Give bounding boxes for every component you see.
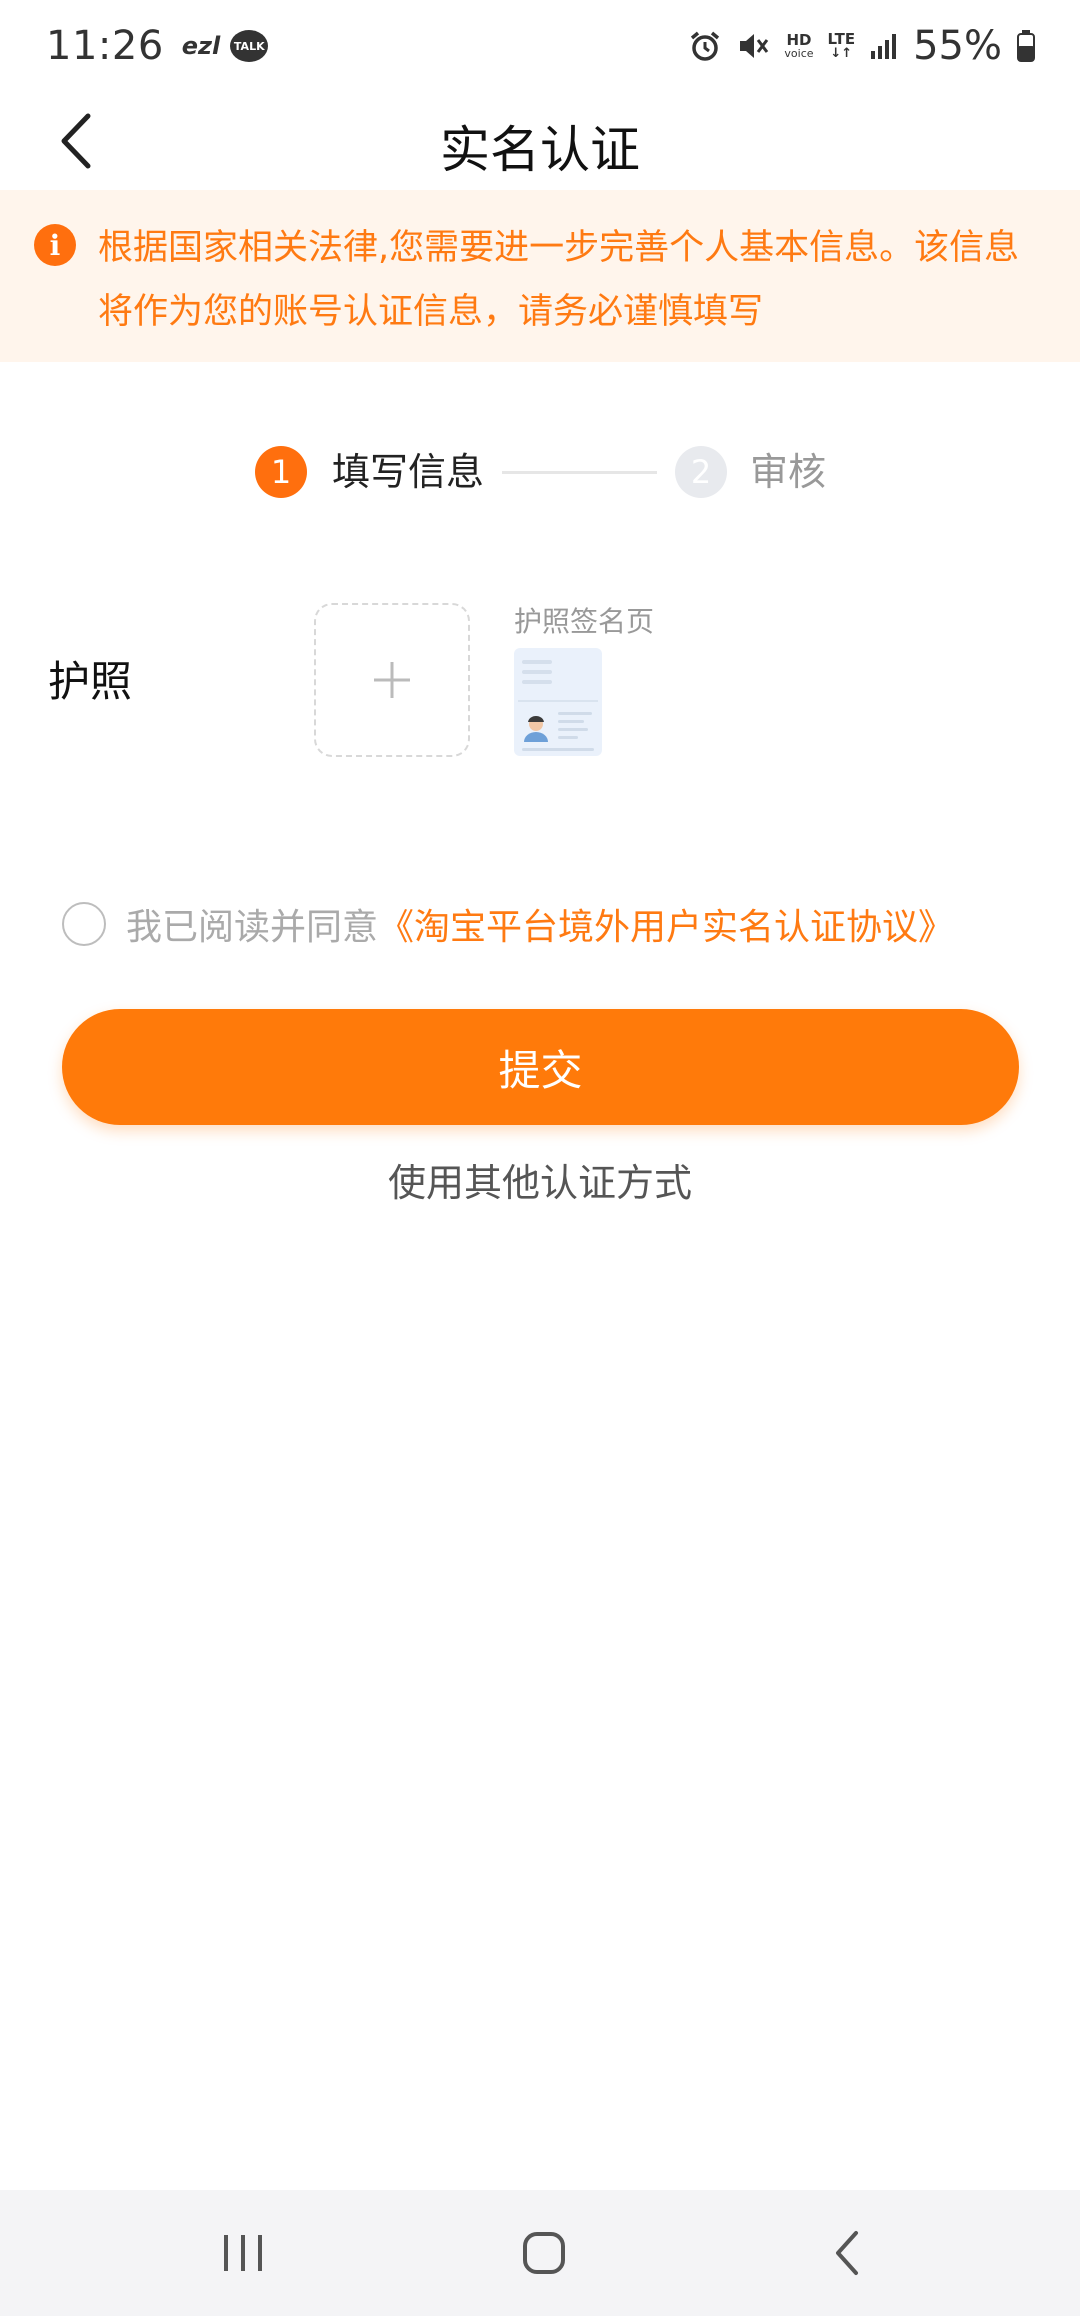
step-2-label: 审核 xyxy=(750,450,827,494)
alternative-method-link[interactable]: 使用其他认证方式 xyxy=(0,1152,1080,1207)
step-connector xyxy=(502,471,657,474)
step-1-label: 填写信息 xyxy=(332,450,485,494)
notice-banner: i 根据国家相关法律,您需要进一步完善个人基本信息。该信息将作为您的账号认证信息… xyxy=(0,190,1080,362)
agreement-text: 我已阅读并同意 xyxy=(126,907,379,948)
home-icon xyxy=(523,2232,565,2274)
notice-text: 根据国家相关法律,您需要进一步完善个人基本信息。该信息将作为您的账号认证信息，请… xyxy=(98,228,1020,332)
agreement-row: 我已阅读并同意 《淘宝平台境外用户实名认证协议》 xyxy=(62,896,954,952)
step-1-number: 1 xyxy=(255,446,307,498)
battery-icon xyxy=(1016,29,1036,63)
navigation-bar xyxy=(0,2190,1080,2316)
lte-icon: LTE ↓↑ xyxy=(827,29,856,61)
header: 实名认证 xyxy=(0,92,1080,190)
passport-sample-image xyxy=(514,648,602,756)
recent-apps-icon xyxy=(224,2235,262,2271)
recent-apps-button[interactable] xyxy=(203,2220,283,2286)
passport-upload-button[interactable] xyxy=(314,603,470,757)
submit-button[interactable]: 提交 xyxy=(62,1009,1019,1125)
passport-label: 护照 xyxy=(48,657,133,706)
mute-icon xyxy=(736,29,770,63)
page-title: 实名认证 xyxy=(440,121,640,179)
alarm-icon xyxy=(688,29,722,63)
back-icon xyxy=(836,2231,858,2275)
home-button[interactable] xyxy=(504,2220,584,2286)
agree-checkbox[interactable] xyxy=(62,902,106,946)
plus-icon xyxy=(374,662,410,698)
info-icon: i xyxy=(34,224,76,266)
status-icons: HD voice LTE ↓↑ 55% xyxy=(688,23,1036,69)
sample-caption: 护照签名页 xyxy=(514,605,655,638)
step-indicator: 1 填写信息 2 审核 xyxy=(0,440,1080,506)
system-back-button[interactable] xyxy=(808,2220,888,2286)
signal-icon xyxy=(869,31,899,61)
ezl-icon: ezl xyxy=(181,32,221,60)
status-time: 11:26 xyxy=(46,23,164,69)
talk-icon: TALK xyxy=(230,30,269,62)
hd-voice-icon: HD voice xyxy=(784,31,814,60)
agreement-link[interactable]: 《淘宝平台境外用户实名认证协议》 xyxy=(378,898,954,950)
step-2-number: 2 xyxy=(675,446,727,498)
battery-percent: 55% xyxy=(913,23,1002,69)
status-bar: 11:26 ezl TALK HD voice LTE ↓↑ 55% xyxy=(0,0,1080,92)
